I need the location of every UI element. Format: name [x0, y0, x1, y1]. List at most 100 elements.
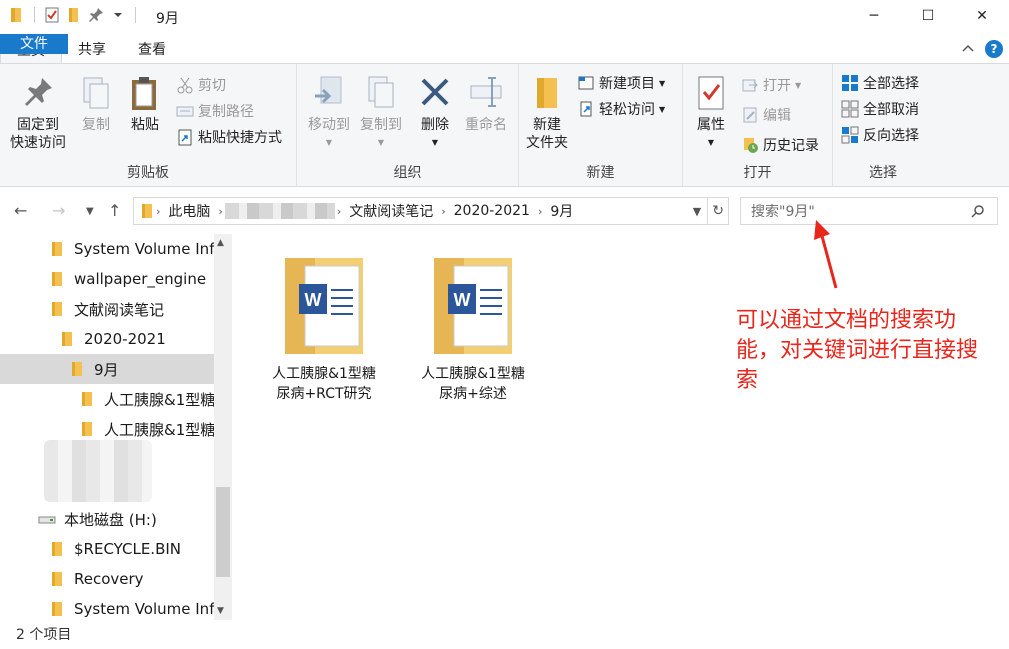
pin-icon [25, 78, 52, 106]
pin-to-quick-access-button[interactable]: 固定到 快速访问 [6, 74, 70, 152]
help-icon[interactable]: ? [985, 40, 1003, 58]
nav-item[interactable]: 文献阅读笔记 [0, 294, 214, 324]
chevron-up-icon[interactable] [961, 42, 975, 56]
nav-item-label: Recovery [74, 570, 144, 588]
nav-item[interactable]: System Volume Information [0, 594, 214, 620]
nav-item-drive[interactable]: 本地磁盘 (H:) [0, 504, 214, 534]
breadcrumb-this-pc[interactable]: 此电脑 [162, 201, 216, 221]
file-name-line1: 人工胰腺&1型糖 [421, 366, 525, 382]
easy-access-button[interactable]: 轻松访问 ▼ [577, 98, 665, 120]
new-group-label: 新建 [586, 165, 615, 181]
history-button[interactable]: 历史记录 [741, 134, 819, 156]
copy-label: 复制 [82, 117, 110, 133]
nav-item[interactable]: 2020-2021 [0, 324, 214, 354]
edit-button[interactable]: 编辑 [741, 104, 791, 126]
nav-item-label: 9月 [94, 360, 119, 379]
breadcrumb-separator-icon: › [218, 204, 223, 218]
chevron-down-icon: ▼ [659, 78, 666, 88]
delete-label: 删除 [421, 117, 449, 133]
folder-icon [62, 332, 72, 346]
refresh-icon[interactable]: ↻ [707, 198, 728, 224]
search-placeholder: 搜索"9月" [751, 204, 815, 220]
breadcrumb-year[interactable]: 2020-2021 [448, 203, 536, 219]
folder-icon [142, 204, 152, 218]
select-all-button[interactable]: 全部选择 [841, 72, 919, 94]
breadcrumb-current[interactable]: 9月 [544, 201, 579, 221]
open-button[interactable]: 打开 ▼ [741, 74, 801, 96]
blurred-breadcrumb [224, 203, 335, 219]
scroll-up-icon[interactable]: ▲ [217, 238, 224, 248]
folder-icon [52, 602, 62, 616]
properties-button[interactable]: 属性 ▼ [689, 74, 733, 152]
select-none-label: 全部取消 [863, 102, 919, 118]
tab-file[interactable]: 文件 [0, 34, 68, 54]
copy-path-button[interactable]: 复制路径 [176, 100, 254, 122]
word-document-folder-icon: W [434, 258, 512, 354]
nav-item-label: wallpaper_engine [74, 270, 207, 288]
back-arrow-icon[interactable]: ← [14, 201, 27, 220]
tab-view[interactable]: 查看 [122, 34, 182, 64]
copy-path-label: 复制路径 [198, 104, 254, 120]
copy-to-label: 复制到 [360, 117, 402, 133]
nav-item[interactable]: $RECYCLE.BIN [0, 534, 214, 564]
pin-icon[interactable] [87, 6, 105, 24]
breadcrumb-separator-icon: › [441, 204, 446, 218]
address-dropdown-icon[interactable]: ▼ [687, 205, 707, 218]
nav-item[interactable]: Recovery [0, 564, 214, 594]
copy-to-button[interactable]: 复制到 ▼ [357, 74, 405, 152]
folder-icon [52, 572, 62, 586]
open-label: 打开 [763, 78, 791, 94]
new-item-button[interactable]: 新建项目 ▼ [577, 72, 665, 94]
forward-arrow-icon[interactable]: → [52, 201, 65, 220]
organize-group-label: 组织 [393, 165, 422, 181]
file-item[interactable]: W 人工胰腺&1型糖 尿病+综述 [398, 252, 548, 404]
scroll-down-icon[interactable]: ▼ [217, 606, 224, 616]
paste-button[interactable]: 粘贴 [124, 74, 166, 134]
nav-item[interactable]: wallpaper_engine [0, 264, 214, 294]
nav-item[interactable]: 人工胰腺&1型糖尿病+RCT研究 [0, 384, 214, 414]
move-to-button[interactable]: 移动到 ▼ [305, 74, 353, 152]
new-folder-icon[interactable] [65, 6, 83, 24]
history-icon [744, 138, 758, 153]
breadcrumb-notes[interactable]: 文献阅读笔记 [343, 201, 439, 221]
nav-item[interactable]: System Volume Information [0, 234, 214, 264]
nav-item-label: 人工胰腺&1型糖尿病+综述 [104, 420, 214, 439]
properties-icon[interactable] [43, 6, 61, 24]
select-group-label: 选择 [869, 165, 897, 181]
select-none-button[interactable]: 全部取消 [841, 98, 919, 120]
history-label: 历史记录 [763, 138, 819, 154]
quick-access-toolbar [8, 6, 140, 24]
new-folder-button[interactable]: 新建 文件夹 [523, 74, 571, 152]
open-group-label: 打开 [743, 165, 772, 181]
pin-label-line1: 固定到 [17, 117, 59, 133]
up-arrow-icon[interactable]: ↑ [108, 201, 121, 220]
cut-button[interactable]: 剪切 [176, 74, 226, 96]
nav-item[interactable]: 9月 [0, 354, 214, 384]
delete-button[interactable]: 删除 ▼ [415, 74, 455, 152]
file-item[interactable]: W 人工胰腺&1型糖 尿病+RCT研究 [249, 252, 399, 404]
folder-icon [72, 362, 82, 376]
ribbon-tabs: 文件 主页 共享 查看 ? [0, 34, 1009, 64]
select-none-icon [841, 100, 859, 118]
search-box[interactable]: 搜索"9月" [740, 197, 998, 225]
copy-button[interactable]: 复制 [76, 74, 116, 134]
chevron-down-icon[interactable] [109, 6, 127, 24]
scrollbar-thumb[interactable] [216, 487, 230, 577]
rename-button[interactable]: 重命名 [461, 74, 511, 134]
easy-access-label: 轻松访问 [599, 102, 655, 118]
copy-icon [83, 77, 109, 109]
close-button[interactable]: ✕ [955, 0, 1009, 32]
paste-shortcut-button[interactable]: 粘贴快捷方式 [176, 126, 282, 148]
file-explorer-window: 9月 ─ ☐ ✕ 文件 主页 共享 查看 ? 固定到 快速访问 复制 [0, 0, 1009, 649]
tab-share[interactable]: 共享 [62, 34, 122, 64]
navigation-scrollbar[interactable]: ▲ ▼ [214, 234, 232, 620]
maximize-button[interactable]: ☐ [901, 0, 955, 32]
invert-selection-button[interactable]: 反向选择 [841, 124, 919, 146]
recent-locations-chevron-icon[interactable]: ▼ [86, 206, 94, 217]
nav-item-label: 2020-2021 [84, 330, 166, 348]
address-bar[interactable]: › 此电脑 › › 文献阅读笔记 › 2020-2021 › 9月 ▼ ↻ [133, 197, 729, 225]
window-controls: ─ ☐ ✕ [847, 0, 1009, 32]
minimize-button[interactable]: ─ [847, 0, 901, 32]
properties-label: 属性 [697, 117, 725, 133]
search-icon[interactable] [971, 204, 985, 218]
